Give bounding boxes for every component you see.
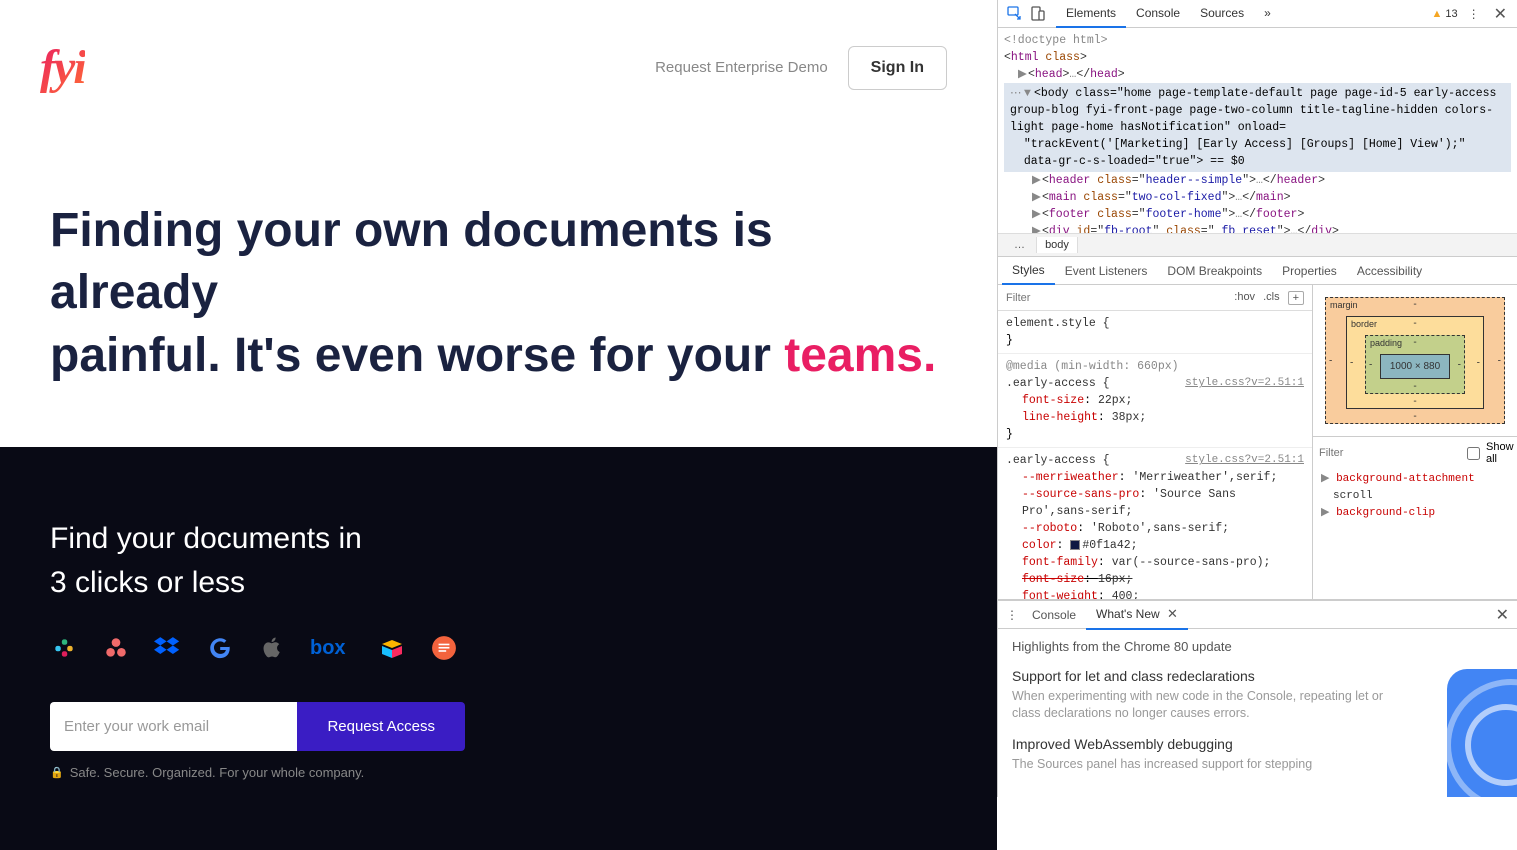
tab-console[interactable]: Console bbox=[1126, 0, 1190, 28]
hero-headline: Finding your own documents is already pa… bbox=[50, 200, 947, 387]
tab-styles[interactable]: Styles bbox=[1002, 257, 1055, 285]
devtools-close-icon[interactable]: ✕ bbox=[1490, 4, 1511, 24]
drawer-tab-close-icon[interactable]: ✕ bbox=[1167, 606, 1178, 621]
apple-icon bbox=[258, 634, 286, 662]
css-element-style[interactable]: element.style { } bbox=[998, 311, 1312, 354]
box-icon: box bbox=[310, 634, 354, 662]
drawer-tabs: ⋮ Console What's New ✕ ✕ bbox=[998, 601, 1517, 629]
svg-text:box: box bbox=[310, 637, 346, 659]
breadcrumb-bar: … body bbox=[998, 233, 1517, 257]
styles-panel: :hov .cls + element.style { } @media (mi… bbox=[998, 285, 1517, 600]
website-pane: fyi Request Enterprise Demo Sign In Find… bbox=[0, 0, 997, 797]
hov-toggle[interactable]: :hov bbox=[1234, 291, 1255, 305]
site-header: fyi Request Enterprise Demo Sign In bbox=[0, 0, 997, 115]
dark-section: Find your documents in 3 clicks or less … bbox=[0, 447, 997, 850]
tab-properties[interactable]: Properties bbox=[1272, 258, 1347, 284]
dom-body-selected[interactable]: ⋯▼<body class="home page-template-defaul… bbox=[1004, 83, 1511, 172]
logo[interactable]: fyi bbox=[40, 40, 85, 95]
styles-rules: :hov .cls + element.style { } @media (mi… bbox=[998, 285, 1312, 599]
devtools-tabs: Elements Console Sources » bbox=[1048, 0, 1431, 28]
css-source-link[interactable]: style.css?v=2.51:1 bbox=[1185, 375, 1304, 392]
asana-icon bbox=[102, 634, 130, 662]
computed-panel: margin - - - - border - - - - padding - bbox=[1312, 285, 1517, 599]
dom-div[interactable]: ▶<div id="fb-root" class=" fb_reset">…</… bbox=[1004, 223, 1511, 233]
computed-filter-row: Show all bbox=[1313, 436, 1517, 469]
airtable-icon bbox=[378, 634, 406, 662]
dropbox-icon bbox=[154, 634, 182, 662]
dom-head[interactable]: ▶<head>…</head> bbox=[1004, 66, 1511, 83]
css-early-access-block[interactable]: .early-access {style.css?v=2.51:1 --merr… bbox=[998, 448, 1312, 599]
integration-icons: box bbox=[50, 634, 947, 662]
request-access-button[interactable]: Request Access bbox=[297, 702, 465, 751]
hero-accent: teams. bbox=[784, 329, 936, 382]
lock-icon: 🔒 bbox=[50, 766, 64, 779]
styles-filter-input[interactable] bbox=[1002, 290, 1234, 306]
device-toggle-icon[interactable] bbox=[1026, 3, 1048, 25]
dom-header[interactable]: ▶<header class="header--simple">…</heade… bbox=[1004, 172, 1511, 189]
email-form: Request Access bbox=[50, 702, 465, 751]
devtools-menu-icon[interactable]: ⋮ bbox=[1464, 7, 1484, 21]
drawer-item: Improved WebAssembly debugging The Sourc… bbox=[1012, 736, 1503, 773]
css-source-link-2[interactable]: style.css?v=2.51:1 bbox=[1185, 452, 1304, 469]
warning-badge[interactable]: ▲13 bbox=[1431, 8, 1457, 20]
drawer-body: Highlights from the Chrome 80 update Sup… bbox=[998, 629, 1517, 797]
dom-doctype[interactable]: <!doctype html> bbox=[1004, 32, 1511, 49]
subheadline: Find your documents in 3 clicks or less bbox=[50, 517, 947, 604]
secure-text: 🔒 Safe. Secure. Organized. For your whol… bbox=[50, 765, 947, 780]
tab-more[interactable]: » bbox=[1254, 0, 1281, 28]
warning-icon: ▲ bbox=[1431, 8, 1442, 20]
enterprise-demo-link[interactable]: Request Enterprise Demo bbox=[655, 59, 828, 76]
tab-dom-breakpoints[interactable]: DOM Breakpoints bbox=[1157, 258, 1272, 284]
google-icon bbox=[206, 634, 234, 662]
styles-tabs: Styles Event Listeners DOM Breakpoints P… bbox=[998, 257, 1517, 285]
dom-main[interactable]: ▶<main class="two-col-fixed">…</main> bbox=[1004, 189, 1511, 206]
styles-filter-row: :hov .cls + bbox=[998, 285, 1312, 311]
dom-tree[interactable]: <!doctype html> <html class> ▶<head>…</h… bbox=[998, 28, 1517, 233]
add-rule[interactable]: + bbox=[1288, 291, 1304, 305]
hero-line2a: painful. It's even worse for your bbox=[50, 329, 784, 382]
computed-list[interactable]: ▶ background-attachment scroll ▶ backgro… bbox=[1313, 469, 1517, 524]
tab-elements[interactable]: Elements bbox=[1056, 0, 1126, 28]
inspect-icon[interactable] bbox=[1004, 3, 1026, 25]
show-all-checkbox[interactable] bbox=[1467, 447, 1480, 460]
tab-event-listeners[interactable]: Event Listeners bbox=[1055, 258, 1158, 284]
email-input[interactable] bbox=[50, 702, 297, 751]
cls-toggle[interactable]: .cls bbox=[1263, 291, 1280, 305]
crumb-body[interactable]: body bbox=[1036, 237, 1078, 253]
drawer-headline: Highlights from the Chrome 80 update bbox=[1012, 639, 1503, 654]
slack-icon bbox=[50, 634, 78, 662]
drawer-tab-console[interactable]: Console bbox=[1022, 602, 1086, 628]
drawer-menu-icon[interactable]: ⋮ bbox=[1002, 608, 1022, 622]
crumb-root[interactable]: … bbox=[1006, 237, 1033, 253]
drawer-close-icon[interactable]: ✕ bbox=[1492, 605, 1513, 625]
filter-actions: :hov .cls + bbox=[1234, 291, 1308, 305]
drawer-item: Support for let and class redeclarations… bbox=[1012, 668, 1503, 722]
tab-sources[interactable]: Sources bbox=[1190, 0, 1254, 28]
topbar-right: ▲13 ⋮ ✕ bbox=[1431, 4, 1511, 24]
hero: Finding your own documents is already pa… bbox=[0, 115, 997, 447]
computed-filter-input[interactable] bbox=[1319, 447, 1461, 459]
dom-html[interactable]: <html class> bbox=[1004, 49, 1511, 66]
tab-accessibility[interactable]: Accessibility bbox=[1347, 258, 1432, 284]
devtools-pane: Elements Console Sources » ▲13 ⋮ ✕ <!doc… bbox=[997, 0, 1517, 797]
drawer: ⋮ Console What's New ✕ ✕ Highlights from… bbox=[998, 600, 1517, 797]
css-media-block[interactable]: @media (min-width: 660px) .early-access … bbox=[998, 354, 1312, 448]
drawer-graphic bbox=[1447, 669, 1517, 797]
drawer-tab-whatsnew[interactable]: What's New ✕ bbox=[1086, 600, 1188, 630]
dom-footer[interactable]: ▶<footer class="footer-home">…</footer> bbox=[1004, 206, 1511, 223]
hero-line1: Finding your own documents is already bbox=[50, 204, 773, 319]
signin-button[interactable]: Sign In bbox=[848, 46, 947, 90]
box-model[interactable]: margin - - - - border - - - - padding - bbox=[1313, 285, 1517, 436]
quip-icon bbox=[430, 634, 458, 662]
header-right: Request Enterprise Demo Sign In bbox=[655, 46, 947, 90]
devtools-topbar: Elements Console Sources » ▲13 ⋮ ✕ bbox=[998, 0, 1517, 28]
